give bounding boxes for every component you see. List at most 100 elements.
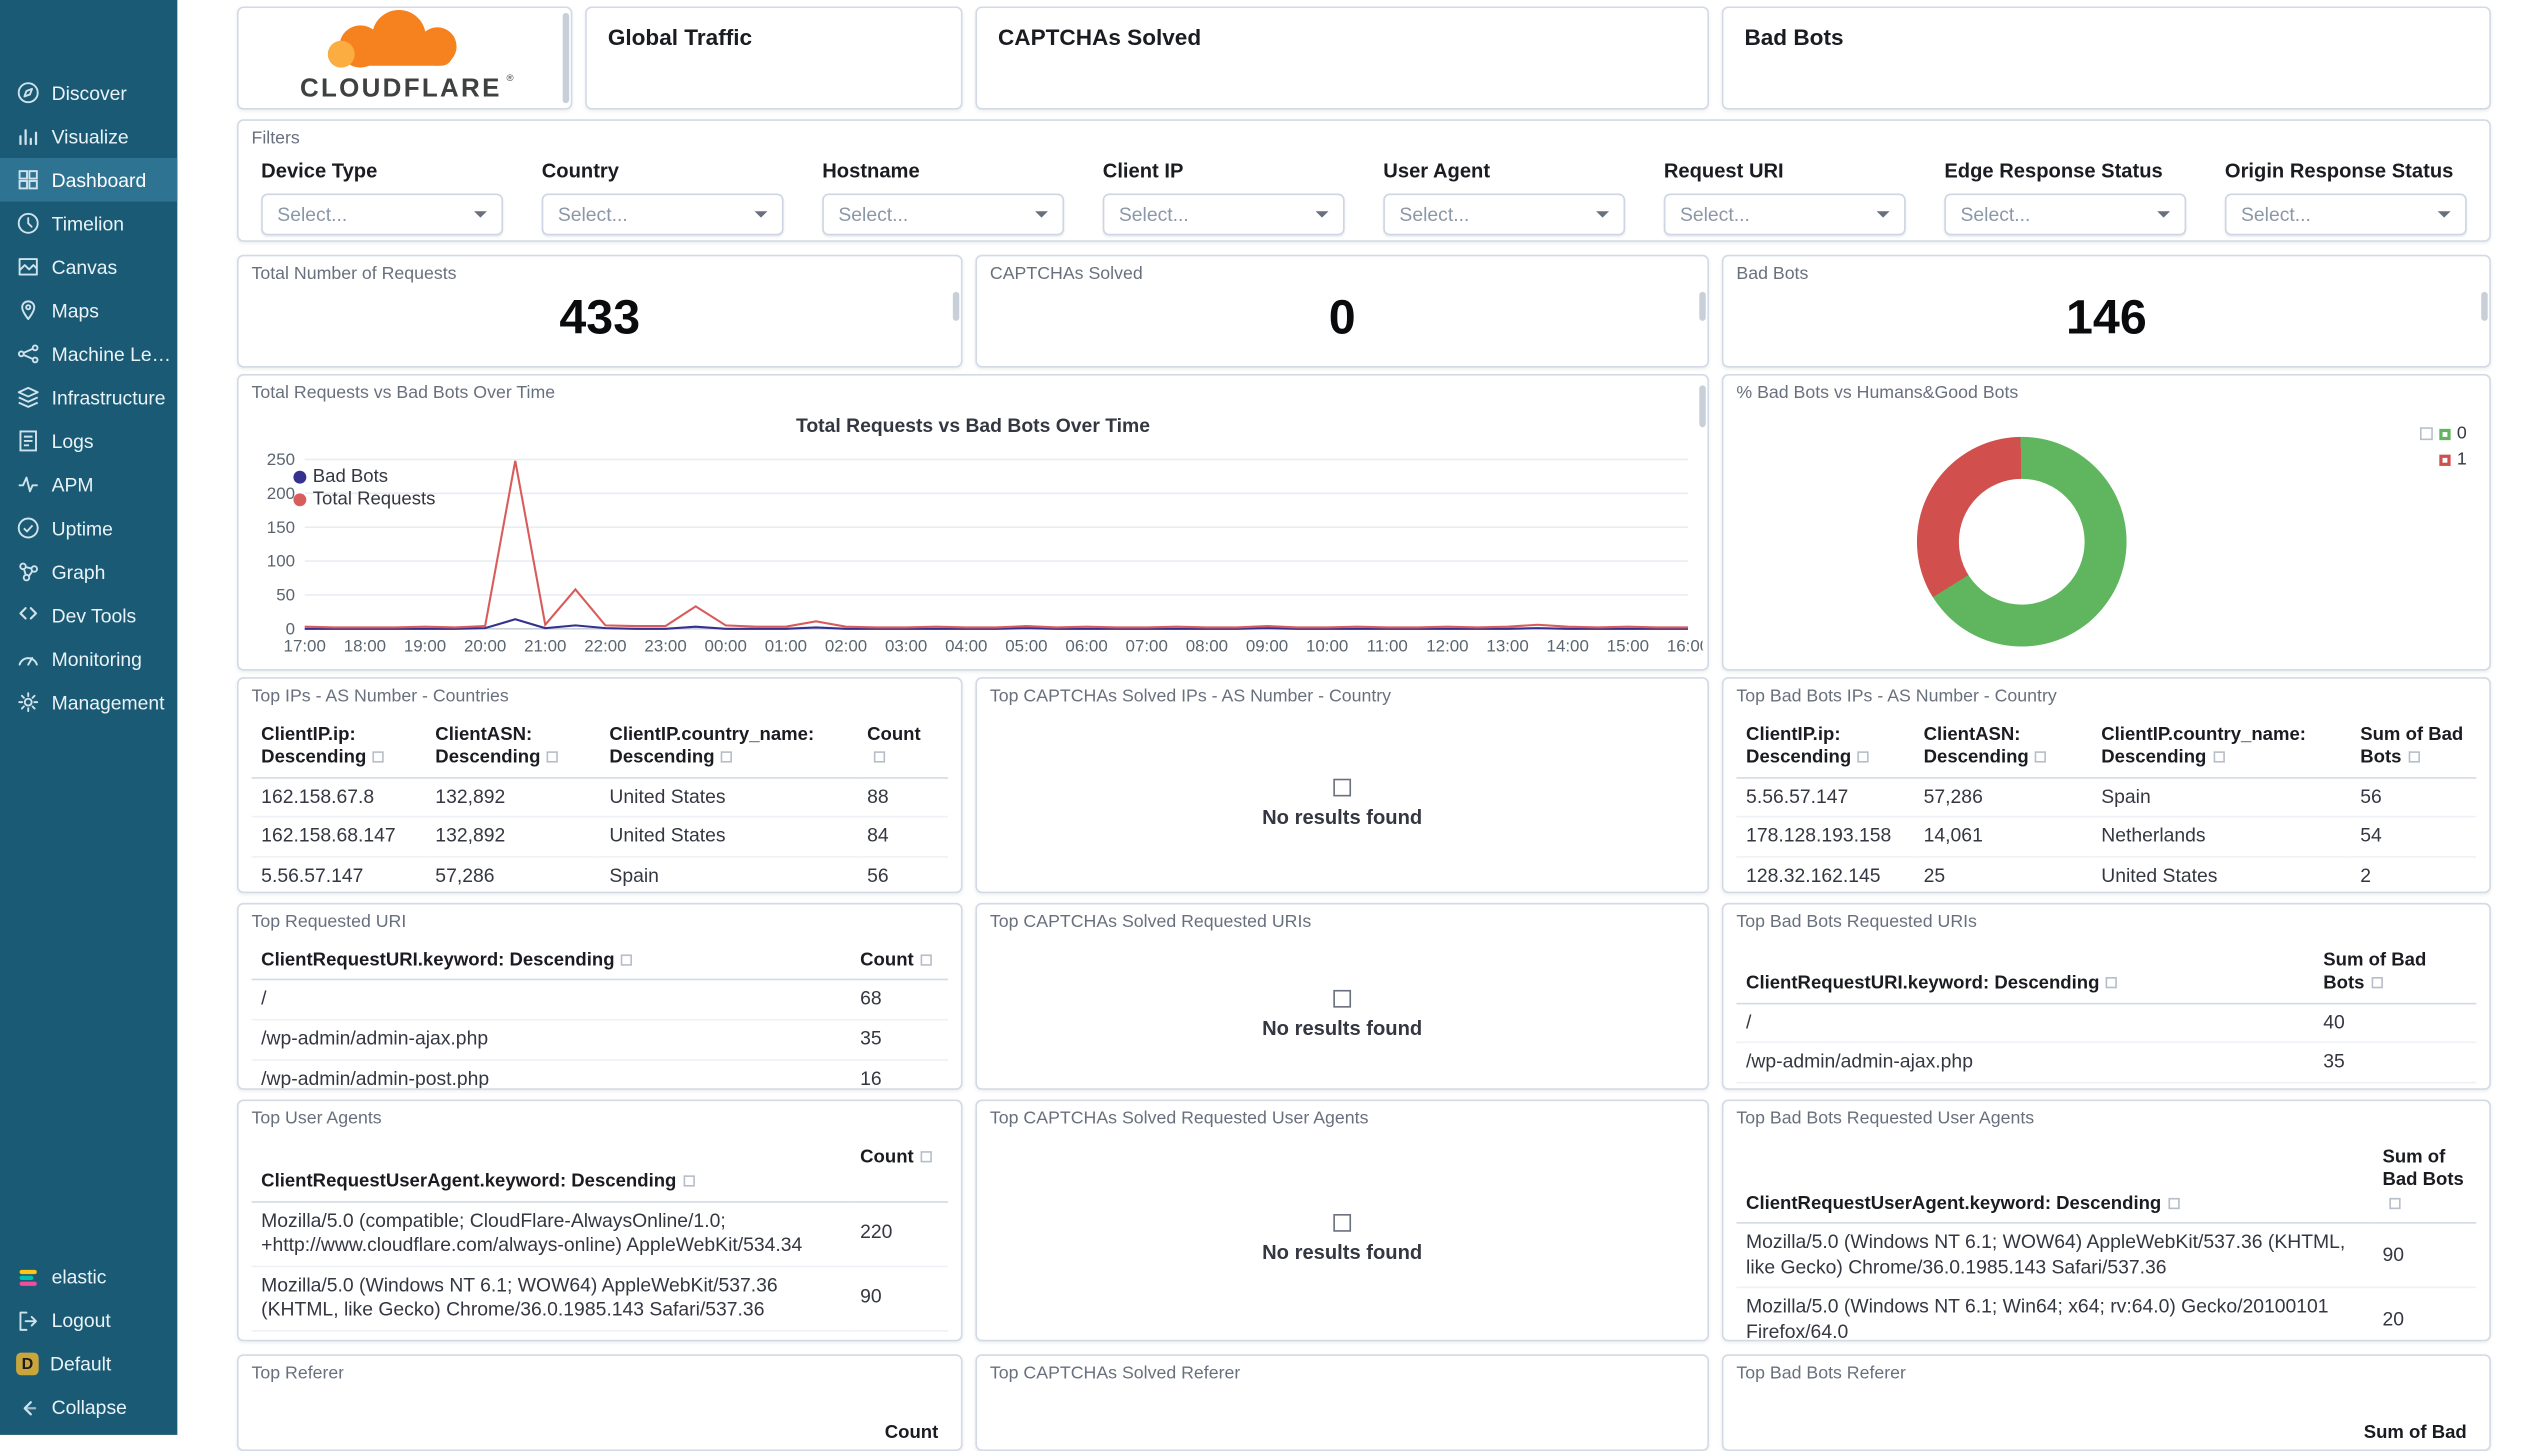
sort-icon[interactable]	[1857, 751, 1869, 764]
traffic-line-chart[interactable]: 05010015020025017:00 18:00 19:00 20:00 21:00…	[243, 440, 1703, 662]
legend-label: Bad Bots	[312, 467, 389, 487]
sidebar-item-label: APM	[51, 473, 94, 496]
sort-icon[interactable]	[621, 954, 633, 966]
table-cell: 40	[2313, 1003, 2477, 1044]
sidebar-item-infrastructure[interactable]: Infrastructure	[0, 376, 177, 420]
column-header[interactable]: ClientASN: Descending	[425, 717, 600, 779]
legend-item-1[interactable]: 1	[2439, 450, 2467, 469]
table-cell: 56	[2350, 777, 2477, 818]
sidebar-item-monitoring[interactable]: Monitoring	[0, 637, 177, 681]
user-agent-select[interactable]: Select...	[1383, 193, 1626, 236]
sort-icon[interactable]	[920, 1151, 932, 1163]
sidebar-item-logs[interactable]: Logs	[0, 419, 177, 463]
column-header[interactable]: ClientRequestUserAgent.keyword: Descendi…	[1736, 1139, 2373, 1224]
sort-icon[interactable]	[2407, 751, 2420, 764]
chevron-down-icon	[2437, 211, 2451, 218]
sidebar-item-dev-tools[interactable]: Dev Tools	[0, 593, 177, 637]
sidebar-item-elastic[interactable]: elastic	[0, 1255, 177, 1299]
device-type-select[interactable]: Select...	[261, 193, 504, 236]
sidebar-item-default-space[interactable]: D Default	[0, 1342, 177, 1386]
sidebar-item-graph[interactable]: Graph	[0, 550, 177, 594]
legend-item-total-requests[interactable]: Total Requests	[293, 489, 435, 512]
column-header[interactable]: ClientIP.country_name: Descending	[599, 717, 858, 779]
column-header[interactable]: Count	[885, 1424, 939, 1446]
sort-icon[interactable]	[2167, 1197, 2179, 1209]
sidebar-item-discover[interactable]: Discover	[0, 71, 177, 115]
column-header[interactable]: Count	[850, 943, 948, 981]
sort-icon[interactable]	[2212, 751, 2225, 764]
column-header[interactable]: Sum of Bad	[2364, 1424, 2467, 1446]
no-results-icon	[1333, 777, 1352, 796]
clock-chart-icon	[16, 211, 40, 235]
origin-response-status-select[interactable]: Select...	[2224, 193, 2467, 236]
sidebar-item-label: Maps	[51, 299, 99, 322]
scrollbar-thumb[interactable]	[1699, 385, 1706, 428]
sort-icon[interactable]	[920, 954, 932, 966]
sort-icon[interactable]	[2105, 977, 2118, 989]
sort-icon[interactable]	[682, 1175, 695, 1187]
sidebar-item-uptime[interactable]: Uptime	[0, 506, 177, 550]
top-user-agents-table: ClientRequestUserAgent.keyword: Descendi…	[251, 1139, 948, 1332]
sort-icon[interactable]	[2035, 751, 2047, 764]
sidebar-item-logout[interactable]: Logout	[0, 1299, 177, 1343]
table-cell: 84	[857, 817, 948, 858]
scrollbar-thumb[interactable]	[2481, 291, 2488, 321]
legend-item-0[interactable]: 0	[2419, 424, 2467, 443]
edge-response-status-select[interactable]: Select...	[1944, 193, 2187, 236]
sort-icon[interactable]	[873, 751, 885, 764]
sidebar-item-management[interactable]: Management	[0, 680, 177, 724]
legend-toggle-icon[interactable]	[2419, 427, 2433, 441]
column-header[interactable]: ClientRequestURI.keyword: Descending	[251, 943, 851, 981]
panel-filters: Filters Device Type Select... Country Se…	[236, 119, 2491, 242]
legend-dot	[293, 493, 307, 507]
sidebar-item-visualize[interactable]: Visualize	[0, 114, 177, 158]
select-placeholder: Select...	[1118, 203, 1189, 226]
scrollbar-thumb[interactable]	[562, 12, 570, 104]
sidebar-item-label: Machine Le…	[51, 342, 171, 366]
column-header[interactable]: Sum of Bad Bots	[2313, 943, 2477, 1005]
svg-text:50: 50	[276, 586, 295, 605]
column-header[interactable]: Count	[857, 717, 948, 779]
column-header[interactable]: ClientRequestUserAgent.keyword: Descendi…	[251, 1139, 851, 1202]
client-ip-select[interactable]: Select...	[1102, 193, 1345, 236]
scrollbar-thumb[interactable]	[952, 291, 960, 321]
hostname-select[interactable]: Select...	[822, 193, 1065, 236]
sidebar-item-maps[interactable]: Maps	[0, 289, 177, 333]
column-header[interactable]: Sum of Bad Bots	[2350, 717, 2477, 779]
sort-icon[interactable]	[546, 751, 559, 764]
table-cell: 35	[850, 1019, 948, 1061]
sidebar-item-canvas[interactable]: Canvas	[0, 245, 177, 289]
request-uri-select[interactable]: Select...	[1663, 193, 1906, 236]
sort-icon[interactable]	[2370, 977, 2383, 989]
svg-text:18:00: 18:00	[344, 636, 386, 655]
table-cell: 178.128.193.158	[1736, 817, 1914, 858]
scrollbar-thumb[interactable]	[1699, 291, 1706, 321]
sidebar-bottom-nav: elastic Logout D Default Collapse	[0, 1255, 177, 1429]
select-placeholder: Select...	[1399, 203, 1470, 226]
column-header[interactable]: ClientRequestURI.keyword: Descending	[1736, 943, 2314, 1005]
country-select[interactable]: Select...	[541, 193, 784, 236]
table-cell: 56	[857, 856, 948, 892]
sidebar-item-apm[interactable]: APM	[0, 463, 177, 507]
sidebar-item-dashboard[interactable]: Dashboard	[0, 157, 178, 202]
sort-icon[interactable]	[720, 751, 733, 764]
column-header[interactable]: ClientIP.ip: Descending	[251, 717, 426, 779]
svg-text:11:00: 11:00	[1367, 636, 1408, 655]
sidebar-item-machine-learning[interactable]: Machine Le…	[0, 332, 177, 376]
sort-icon[interactable]	[372, 751, 385, 764]
sidebar-item-timelion[interactable]: Timelion	[0, 202, 177, 246]
filter-origin-response-status: Origin Response Status Select...	[2224, 160, 2467, 236]
column-header[interactable]: Count	[850, 1139, 948, 1202]
column-header[interactable]: ClientASN: Descending	[1913, 717, 2092, 779]
empty-state: No results found	[977, 940, 1707, 1088]
sidebar-item-collapse[interactable]: Collapse	[0, 1386, 177, 1430]
no-results-icon	[1333, 1213, 1352, 1231]
table-cell: Netherlands	[2091, 817, 2351, 858]
table-cell: 88	[857, 777, 948, 818]
column-header[interactable]: Sum of Bad Bots	[2372, 1139, 2477, 1224]
legend-item-bad-bots[interactable]: Bad Bots	[293, 466, 435, 489]
sort-icon[interactable]	[2388, 1197, 2401, 1209]
column-header[interactable]: ClientIP.country_name: Descending	[2091, 717, 2351, 779]
table-cell: 132,892	[425, 817, 600, 858]
column-header[interactable]: ClientIP.ip: Descending	[1736, 717, 1914, 779]
